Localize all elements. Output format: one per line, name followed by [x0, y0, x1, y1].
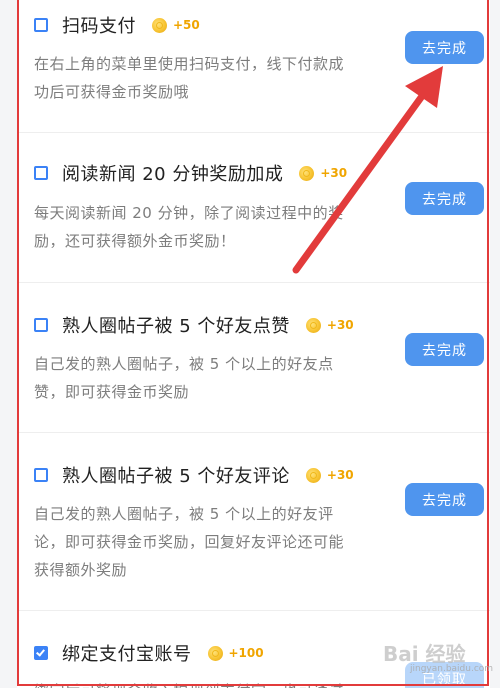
task-title: 阅读新闻 20 分钟奖励加成 — [62, 164, 284, 185]
coin-icon — [207, 645, 223, 661]
task-description-line: 励，还可获得额外金币奖励！ — [34, 232, 236, 250]
complete-task-button[interactable]: 去完成 — [405, 483, 484, 516]
task-description-line: 在右上角的菜单里使用扫码支付，线下付款成 — [34, 55, 345, 73]
watermark-logo: Bai 经验 — [383, 642, 466, 666]
task-description-line: 获得额外奖励 — [34, 561, 128, 579]
complete-task-button[interactable]: 去完成 — [405, 182, 484, 215]
task-description-line: 论，即可获得金币奖励，回复好友评论还可能 — [34, 533, 345, 551]
checkbox-icon[interactable] — [34, 468, 48, 482]
coin-icon — [299, 165, 315, 181]
reward-amount: +30 — [326, 318, 354, 332]
task-title-row: 绑定支付宝账号 +100 — [34, 640, 264, 666]
coin-icon — [305, 317, 321, 333]
coin-icon — [305, 467, 321, 483]
task-page: 扫码支付 +50 在右上角的菜单里使用扫码支付，线下付款成 功后可获得金币奖励哦… — [0, 0, 500, 688]
reward-amount: +100 — [228, 646, 264, 660]
task-description-line: 绑定后可将现金收入提现到支付宝，也可通过 — [34, 677, 394, 688]
task-description-line: 每天阅读新闻 20 分钟，除了阅读过程中的奖 — [34, 204, 344, 222]
task-description-line: 自己发的熟人圈帖子，被 5 个以上的好友评 — [34, 505, 334, 523]
task-item: 扫码支付 +50 在右上角的菜单里使用扫码支付，线下付款成 功后可获得金币奖励哦 — [17, 0, 490, 133]
task-title: 熟人圈帖子被 5 个好友评论 — [62, 466, 290, 487]
task-description: 绑定后可将现金收入提现到支付宝，也可通过 — [34, 677, 394, 688]
task-title-row: 阅读新闻 20 分钟奖励加成 +30 — [34, 160, 347, 186]
task-description-line: 自己发的熟人圈帖子，被 5 个以上的好友点 — [34, 355, 334, 373]
task-description: 自己发的熟人圈帖子，被 5 个以上的好友点 赞，即可获得金币奖励 — [34, 350, 394, 406]
checkbox-icon[interactable] — [34, 318, 48, 332]
task-title: 熟人圈帖子被 5 个好友点赞 — [62, 316, 290, 337]
checkbox-icon[interactable] — [34, 18, 48, 32]
checkbox-icon[interactable] — [34, 646, 48, 660]
task-description: 每天阅读新闻 20 分钟，除了阅读过程中的奖 励，还可获得额外金币奖励！ — [34, 199, 394, 255]
complete-task-button[interactable]: 去完成 — [405, 31, 484, 64]
reward-amount: +30 — [326, 468, 354, 482]
complete-task-button[interactable]: 去完成 — [405, 333, 484, 366]
reward-amount: +30 — [320, 166, 348, 180]
task-item: 熟人圈帖子被 5 个好友评论 +30 自己发的熟人圈帖子，被 5 个以上的好友评… — [17, 433, 490, 611]
coin-icon — [152, 17, 167, 33]
task-description-line: 功后可获得金币奖励哦 — [34, 83, 190, 101]
task-description: 自己发的熟人圈帖子，被 5 个以上的好友评 论，即可获得金币奖励，回复好友评论还… — [34, 500, 394, 584]
task-title-row: 熟人圈帖子被 5 个好友点赞 +30 — [34, 312, 354, 338]
task-description: 在右上角的菜单里使用扫码支付，线下付款成 功后可获得金币奖励哦 — [34, 50, 394, 106]
reward-amount: +50 — [173, 18, 200, 32]
task-description-line: 赞，即可获得金币奖励 — [34, 383, 190, 401]
task-title: 绑定支付宝账号 — [62, 644, 192, 665]
task-title-row: 扫码支付 +50 — [34, 12, 200, 38]
watermark-url: jingyan.baidu.com — [410, 664, 494, 674]
task-title-row: 熟人圈帖子被 5 个好友评论 +30 — [34, 462, 354, 488]
checkbox-icon[interactable] — [34, 166, 48, 180]
task-title: 扫码支付 — [62, 16, 136, 37]
